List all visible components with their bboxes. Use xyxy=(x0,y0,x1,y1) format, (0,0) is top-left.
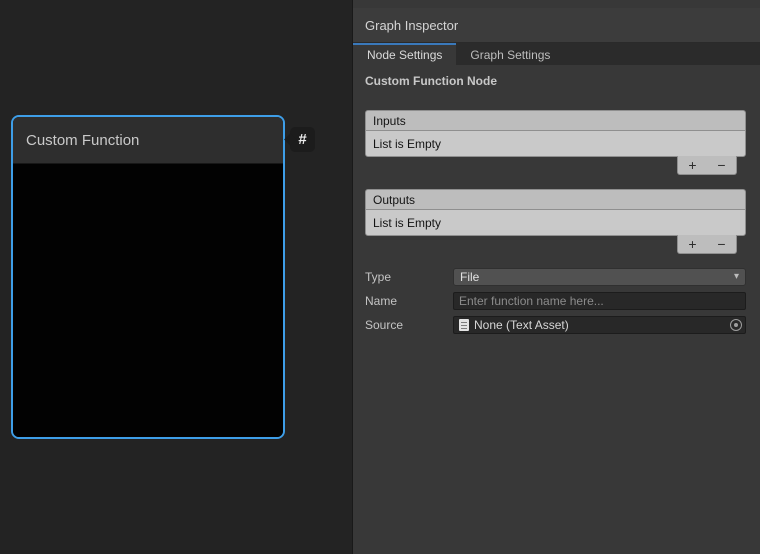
node-settings-heading: Custom Function Node xyxy=(365,74,746,88)
inputs-list-title: Inputs xyxy=(373,114,406,128)
custom-function-node[interactable]: Custom Function xyxy=(11,115,285,439)
inputs-list-controls: + − xyxy=(677,156,737,175)
tab-graph-settings-label: Graph Settings xyxy=(470,48,550,62)
inputs-list: Inputs List is Empty + − xyxy=(365,110,746,175)
remove-output-button[interactable]: − xyxy=(709,236,735,252)
node-header[interactable]: Custom Function xyxy=(13,117,283,164)
add-input-button[interactable]: + xyxy=(680,157,706,173)
inputs-list-body: List is Empty xyxy=(365,130,746,157)
name-field-label: Name xyxy=(365,294,453,308)
node-preview-area xyxy=(13,164,283,437)
inputs-list-footer-row: + − xyxy=(365,156,746,175)
tab-graph-settings[interactable]: Graph Settings xyxy=(456,43,564,65)
tab-node-settings[interactable]: Node Settings xyxy=(353,43,456,65)
source-object-field[interactable]: None (Text Asset) xyxy=(453,316,746,334)
inspector-title: Graph Inspector xyxy=(365,18,458,33)
text-asset-icon xyxy=(459,319,469,331)
tab-node-settings-label: Node Settings xyxy=(367,48,442,62)
outputs-empty-text: List is Empty xyxy=(373,216,441,230)
node-title: Custom Function xyxy=(26,132,139,149)
remove-input-button[interactable]: − xyxy=(709,157,735,173)
object-picker-icon[interactable] xyxy=(730,319,742,331)
type-dropdown-value: File xyxy=(460,270,479,284)
type-field-row: Type File ▾ xyxy=(365,268,746,286)
inputs-empty-text: List is Empty xyxy=(373,137,441,151)
outputs-list-header[interactable]: Outputs xyxy=(365,189,746,209)
source-object-value: None (Text Asset) xyxy=(474,318,569,332)
hash-icon: # xyxy=(298,131,306,148)
inspector-tab-bar: Node Settings Graph Settings xyxy=(353,43,760,65)
outputs-list-body: List is Empty xyxy=(365,209,746,236)
type-field-label: Type xyxy=(365,270,453,284)
source-field-row: Source None (Text Asset) xyxy=(365,316,746,334)
inputs-list-header[interactable]: Inputs xyxy=(365,110,746,130)
node-settings-content: Custom Function Node Inputs List is Empt… xyxy=(353,74,760,334)
outputs-list: Outputs List is Empty + − xyxy=(365,189,746,254)
add-output-button[interactable]: + xyxy=(680,236,706,252)
outputs-list-footer-row: + − xyxy=(365,235,746,254)
name-field-row: Name xyxy=(365,292,746,310)
shader-graph-window: Custom Function # Graph Inspector Node S… xyxy=(0,0,760,554)
graph-inspector-panel: Graph Inspector Node Settings Graph Sett… xyxy=(352,0,760,554)
function-properties: Type File ▾ Name Source None (Text Asset… xyxy=(365,268,746,334)
outputs-list-title: Outputs xyxy=(373,193,415,207)
inspector-header[interactable]: Graph Inspector xyxy=(353,8,760,43)
type-dropdown[interactable]: File ▾ xyxy=(453,268,746,286)
outputs-list-controls: + − xyxy=(677,235,737,254)
node-precision-badge[interactable]: # xyxy=(290,127,315,152)
chevron-down-icon: ▾ xyxy=(734,272,739,282)
function-name-input[interactable] xyxy=(453,292,746,310)
source-field-label: Source xyxy=(365,318,453,332)
